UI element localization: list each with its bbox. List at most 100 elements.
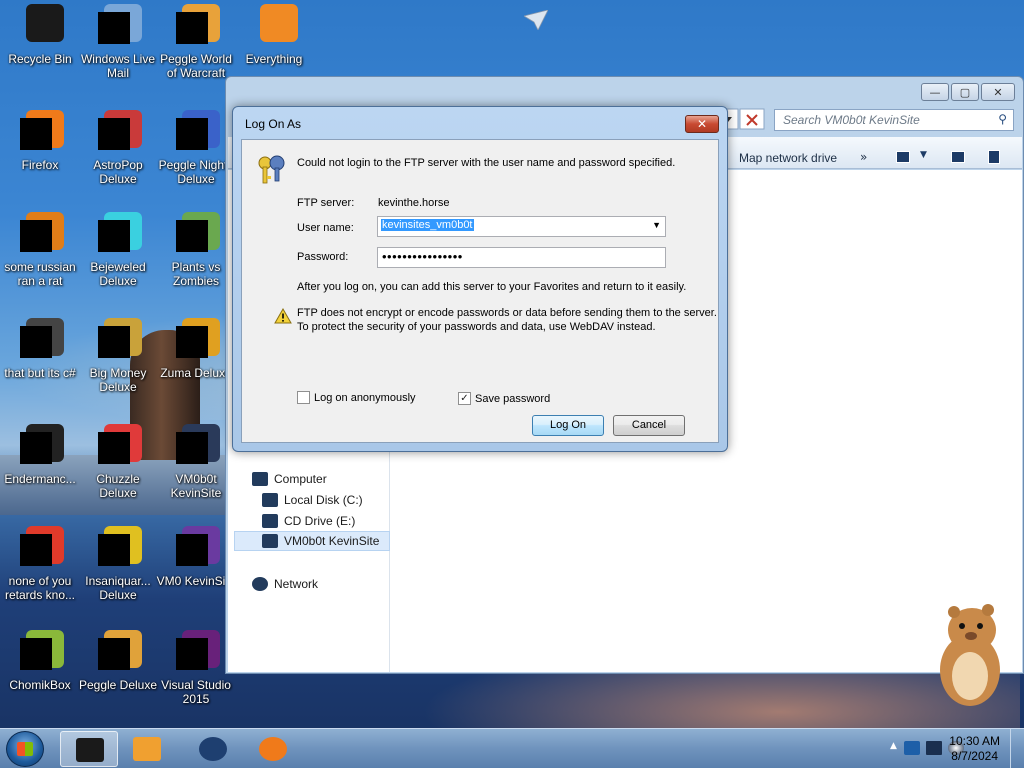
nav-network[interactable]: Network <box>252 574 318 594</box>
network-drive-icon <box>262 534 278 548</box>
nav-label: CD Drive (E:) <box>284 514 356 528</box>
minimize-button[interactable]: — <box>921 83 949 101</box>
show-hidden-icons-icon[interactable]: ▲ <box>890 741 898 755</box>
windows-logo-icon <box>17 742 33 756</box>
start-button[interactable] <box>6 731 44 767</box>
show-desktop-button[interactable] <box>1010 729 1024 768</box>
media-player-icon <box>133 737 161 761</box>
redaction-box <box>20 326 52 358</box>
map-network-drive-button[interactable]: Map network drive <box>739 151 837 165</box>
chevron-down-icon[interactable]: ▼ <box>652 220 661 230</box>
desktop-icon[interactable]: Plants vs Zombies <box>156 212 236 288</box>
redaction-box <box>98 326 130 358</box>
desktop-icon-label: Firefox <box>21 158 59 172</box>
network-tray-icon[interactable] <box>926 741 942 755</box>
search-input[interactable]: Search VM0b0t KevinSite ⚲ <box>774 109 1014 131</box>
nav-label: Local Disk (C:) <box>284 493 363 507</box>
desktop-icon[interactable]: VM0b0t KevinSite <box>156 424 236 500</box>
desktop-icon[interactable]: Zuma Deluxe <box>156 318 236 380</box>
dialog-close-button[interactable]: ✕ <box>685 115 719 133</box>
taskbar-button-media-player[interactable] <box>118 731 176 767</box>
desktop-icon[interactable]: ChomikBox <box>0 630 80 692</box>
network-folder-icon <box>172 424 220 470</box>
desktop-icon-label: Plants vs Zombies <box>171 260 221 288</box>
desktop-icon[interactable]: Peggle World of Warcraft <box>156 4 236 80</box>
pvz-icon <box>172 212 220 258</box>
nav-cd-drive[interactable]: CD Drive (E:) <box>262 511 355 531</box>
desktop-icon[interactable]: Insaniquar... Deluxe <box>78 526 158 602</box>
desktop-icon[interactable]: Endermanc... <box>0 424 80 486</box>
paper-plane-icon <box>524 10 548 30</box>
redaction-box <box>98 220 130 252</box>
desktop-icon[interactable]: Visual Studio 2015 <box>156 630 236 706</box>
app-icon <box>16 212 64 258</box>
nav-label: VM0b0t KevinSite <box>284 534 380 548</box>
app-icon <box>16 526 64 572</box>
desktop-icon[interactable]: Recycle Bin <box>0 4 80 66</box>
desktop-icon-label: Endermanc... <box>4 472 76 486</box>
view-dropdown-icon[interactable]: ▼ <box>920 150 927 160</box>
logon-dialog[interactable]: Log On As ✕ Could not login to the FTP s… <box>232 106 728 452</box>
help-icon[interactable] <box>988 150 1000 164</box>
desktop-icon-label: Recycle Bin <box>8 52 72 66</box>
log-on-button[interactable]: Log On <box>532 415 604 436</box>
tray-app-icon[interactable] <box>904 741 920 755</box>
desktop-icon-label: Visual Studio 2015 <box>161 678 231 706</box>
desktop-icon[interactable]: Firefox <box>0 110 80 172</box>
password-field[interactable]: •••••••••••••••• <box>377 247 666 268</box>
desktop-icon[interactable]: Windows Live Mail <box>78 4 158 80</box>
username-combobox[interactable]: kevinsites_vm0b0t ▼ <box>377 216 666 237</box>
desktop-icon[interactable]: some russian ran a rat <box>0 212 80 288</box>
console-icon <box>16 424 64 470</box>
desktop-icon[interactable]: Everything <box>234 4 314 66</box>
toolbar-overflow-button[interactable]: » <box>860 150 867 164</box>
taskbar: ▲ 10:30 AM 8/7/2024 <box>0 728 1024 768</box>
firefox-icon <box>259 737 287 761</box>
nav-local-disk[interactable]: Local Disk (C:) <box>262 490 363 510</box>
checkbox-box[interactable] <box>297 391 310 404</box>
preview-pane-icon[interactable] <box>951 151 965 163</box>
desktop-icon[interactable]: that but its c# <box>0 318 80 380</box>
redaction-box <box>176 534 208 566</box>
keys-icon <box>258 155 285 184</box>
desktop-icon[interactable]: AstroPop Deluxe <box>78 110 158 186</box>
cancel-button[interactable]: Cancel <box>613 415 685 436</box>
clock-time: 10:30 AM <box>949 734 1000 748</box>
change-view-icon[interactable] <box>896 151 910 163</box>
desktop-icon[interactable]: Peggle Deluxe <box>78 630 158 692</box>
desktop-icon-label: Big Money Deluxe <box>89 366 147 394</box>
nav-computer[interactable]: Computer <box>252 469 327 489</box>
redaction-box <box>176 326 208 358</box>
desktop-icon[interactable]: VM0 KevinSi... <box>156 526 236 588</box>
nav-label: Computer <box>274 472 327 486</box>
taskbar-button-explorer[interactable] <box>60 731 118 767</box>
zuma-icon <box>172 318 220 364</box>
desktop-icon-label: VM0b0t KevinSite <box>170 472 222 500</box>
dialog-body: Could not login to the FTP server with t… <box>241 139 719 443</box>
vs-icon <box>172 526 220 572</box>
ftp-server-value: kevinthe.horse <box>378 197 450 209</box>
clock[interactable]: 10:30 AM 8/7/2024 <box>949 734 1000 764</box>
username-label: User name: <box>297 222 354 234</box>
maximize-button[interactable]: ▢ <box>951 83 979 101</box>
astropop-icon <box>94 110 142 156</box>
desktop-icon-label: Windows Live Mail <box>80 52 156 80</box>
desktop-icon[interactable]: Chuzzle Deluxe <box>78 424 158 500</box>
desktop-icon[interactable]: Big Money Deluxe <box>78 318 158 394</box>
desktop-icon[interactable]: Peggle Nights Deluxe <box>156 110 236 186</box>
anonymous-checkbox[interactable]: Log on anonymously <box>297 391 416 404</box>
save-password-checkbox[interactable]: ✓ Save password <box>458 392 550 405</box>
desktop-icon-label: Insaniquar... Deluxe <box>85 574 151 602</box>
mail-icon <box>94 4 142 50</box>
taskbar-button-firefox[interactable] <box>244 731 302 767</box>
chomikbox-icon <box>16 630 64 676</box>
search-icon[interactable]: ⚲ <box>998 112 1007 126</box>
checkbox-box[interactable]: ✓ <box>458 392 471 405</box>
desktop-icon[interactable]: Bejeweled Deluxe <box>78 212 158 288</box>
redaction-box <box>176 118 208 150</box>
network-icon <box>252 577 268 591</box>
taskbar-button-globe[interactable] <box>184 731 242 767</box>
close-window-button[interactable]: ✕ <box>981 83 1015 101</box>
nav-kevinsite[interactable]: VM0b0t KevinSite <box>234 531 390 551</box>
desktop-icon[interactable]: none of you retards kno... <box>0 526 80 602</box>
